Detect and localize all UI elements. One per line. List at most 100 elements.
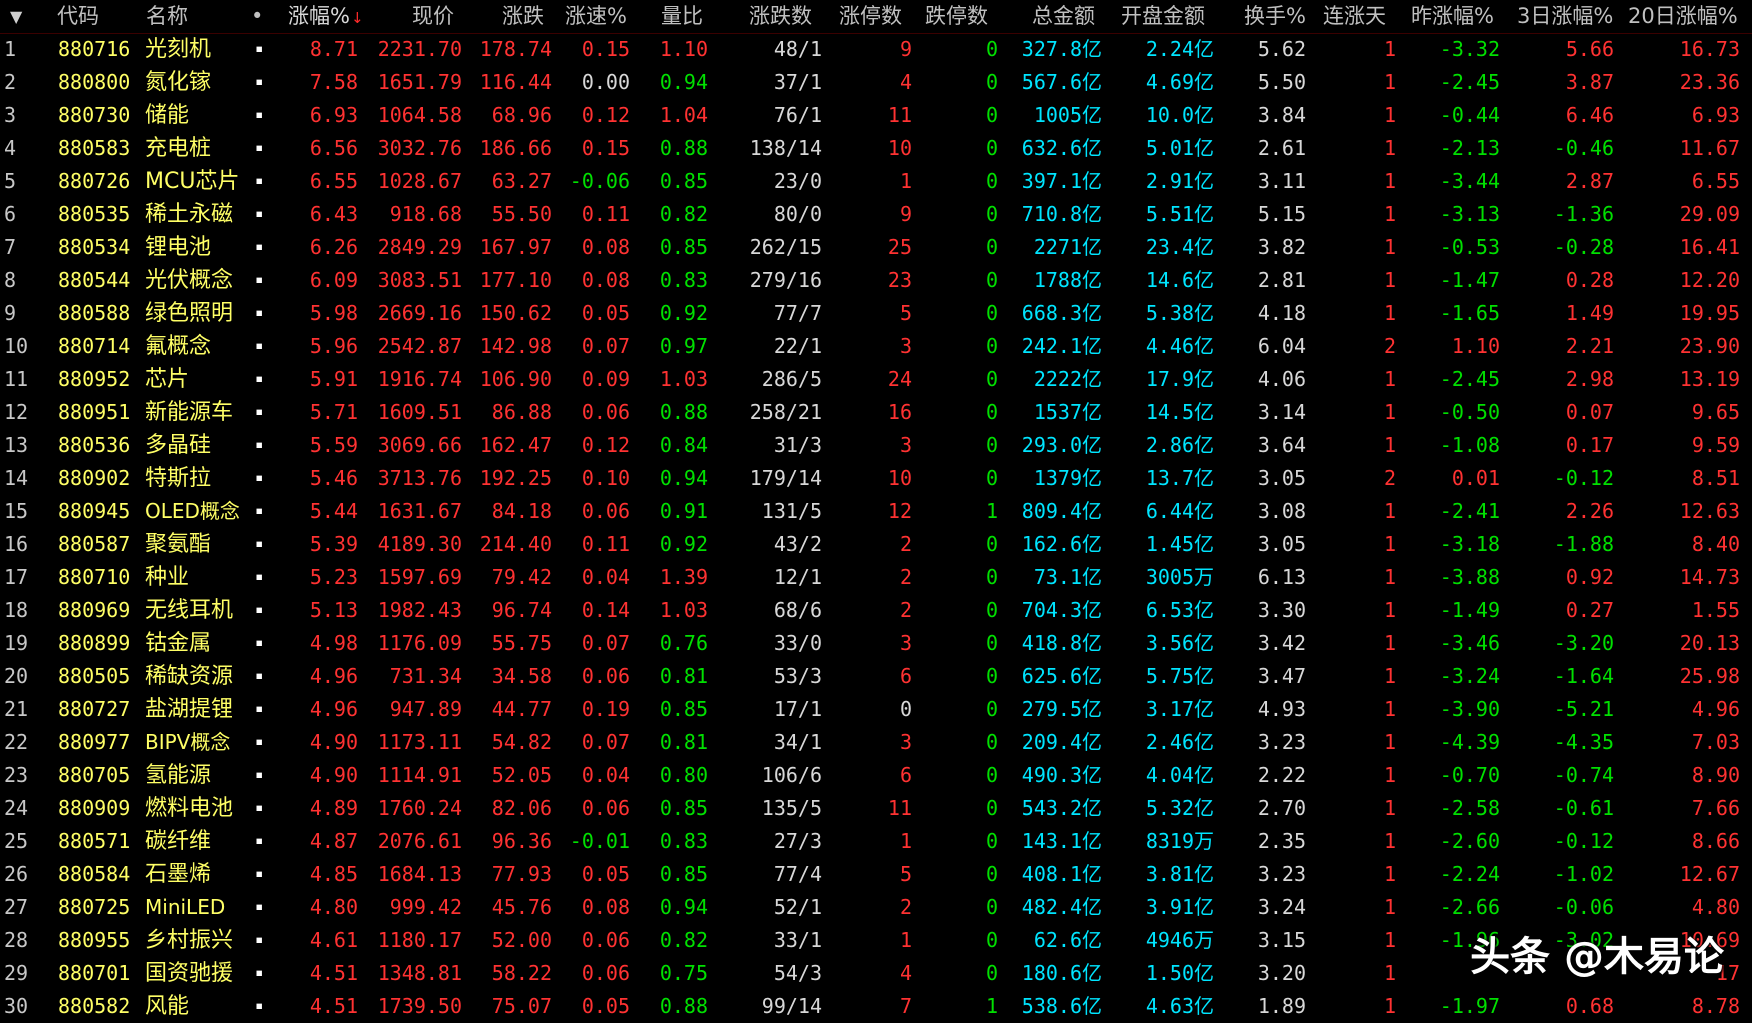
triangle-down-icon[interactable]: ▼ <box>10 0 22 33</box>
cell-adv: 23/0 <box>773 169 822 193</box>
table-row[interactable]: 5 880726 MCU芯片 ▪ 6.55 1028.67 63.27 -0.06 0.85 23… <box>0 165 1752 198</box>
cell-price: 1064.58 <box>377 103 462 127</box>
cell-d20: 23.36 <box>1679 70 1740 94</box>
cell-yday: -1.49 <box>1439 598 1500 622</box>
table-row[interactable]: 25 880571 碳纤维 ▪ 4.87 2076.61 96.36 -0.01 0.83 27/… <box>0 825 1752 858</box>
table-row[interactable]: 24 880909 燃料电池 ▪ 4.89 1760.24 82.06 0.06 0.85 135… <box>0 792 1752 825</box>
table-row[interactable]: 3 880730 储能 ▪ 6.93 1064.58 68.96 0.12 1.04 76/1 11… <box>0 99 1752 132</box>
header-speed[interactable]: 涨速% <box>565 0 627 33</box>
cell-adv: 22/1 <box>773 334 822 358</box>
cell-streak: 1 <box>1383 961 1396 985</box>
header-yesterday-change[interactable]: 昨涨幅% <box>1411 0 1494 33</box>
table-row[interactable]: 12 880951 新能源车 ▪ 5.71 1609.51 86.88 0.06 0.88 258… <box>0 396 1752 429</box>
table-row[interactable]: 26 880584 石墨烯 ▪ 4.85 1684.13 77.93 0.05 0.85 77/4… <box>0 858 1752 891</box>
table-row[interactable]: 13 880536 多晶硅 ▪ 5.59 3069.66 162.47 0.12 0.84 31/… <box>0 429 1752 462</box>
cell-dot: ▪ <box>255 635 264 651</box>
header-advance-decline[interactable]: 涨跌数 <box>749 0 812 33</box>
table-row[interactable]: 1 880716 光刻机 ▪ 8.71 2231.70 178.74 0.15 1.10 48/1… <box>0 33 1752 66</box>
table-row[interactable]: 2 880800 氮化镓 ▪ 7.58 1651.79 116.44 0.00 0.94 37/1… <box>0 66 1752 99</box>
cell-pct: 4.96 <box>309 664 358 688</box>
table-row[interactable]: 18 880969 无线耳机 ▪ 5.13 1982.43 96.74 0.14 1.03 68/… <box>0 594 1752 627</box>
cell-i: 27 <box>4 895 29 919</box>
header-code[interactable]: 代码 <box>57 0 99 33</box>
cell-streak: 1 <box>1383 367 1396 391</box>
header-streak[interactable]: 连涨天 <box>1323 0 1386 33</box>
cell-dot: ▪ <box>255 602 264 618</box>
cell-open-amt: 4.69亿 <box>1145 70 1214 94</box>
header-amount[interactable]: 总金额 <box>1032 0 1095 33</box>
cell-i: 21 <box>4 697 29 721</box>
cell-yday: -3.44 <box>1439 169 1500 193</box>
header-volume-ratio[interactable]: 量比 <box>661 0 703 33</box>
header-20day-change[interactable]: 20日涨幅% <box>1628 0 1738 33</box>
cell-i: 2 <box>4 70 17 94</box>
table-row[interactable]: 9 880588 绿色照明 ▪ 5.98 2669.16 150.62 0.05 0.92 77/… <box>0 297 1752 330</box>
cell-adv: 48/1 <box>773 37 822 61</box>
table-row[interactable]: 21 880727 盐湖提锂 ▪ 4.96 947.89 44.77 0.19 0.85 17/1… <box>0 693 1752 726</box>
cell-d3: 3.87 <box>1565 70 1614 94</box>
header-3day-change[interactable]: 3日涨幅% <box>1517 0 1613 33</box>
header-limit-down[interactable]: 跌停数 <box>925 0 988 33</box>
table-row[interactable]: 19 880899 钴金属 ▪ 4.98 1176.09 55.75 0.07 0.76 33/0… <box>0 627 1752 660</box>
cell-name: 石墨烯 <box>145 862 212 887</box>
header-price[interactable]: 现价 <box>412 0 454 33</box>
cell-chg: 214.40 <box>479 532 552 556</box>
header-turnover[interactable]: 换手% <box>1244 0 1306 33</box>
header-name[interactable]: 名称 <box>146 0 188 33</box>
cell-open-amt: 14.6亿 <box>1145 268 1214 292</box>
table-row[interactable]: 7 880534 锂电池 ▪ 6.26 2849.29 167.97 0.08 0.85 262/… <box>0 231 1752 264</box>
header-pct-change[interactable]: 涨幅%↓ <box>288 0 364 33</box>
cell-dot: ▪ <box>255 305 264 321</box>
cell-dot: ▪ <box>255 866 264 882</box>
cell-speed: 0.05 <box>581 994 630 1018</box>
table-row[interactable]: 15 880945 OLED概念 ▪ 5.44 1631.67 84.18 0.06 0.91 1… <box>0 495 1752 528</box>
cell-limup: 11 <box>887 796 912 820</box>
table-row[interactable]: 30 880582 风能 ▪ 4.51 1739.50 75.07 0.05 0.88 99/14… <box>0 990 1752 1023</box>
table-row[interactable]: 27 880725 MiniLED ▪ 4.80 999.42 45.76 0.08 0.94 5… <box>0 891 1752 924</box>
table-row[interactable]: 4 880583 充电桩 ▪ 6.56 3032.76 186.66 0.15 0.88 138/… <box>0 132 1752 165</box>
cell-dot: ▪ <box>255 404 264 420</box>
header-dot[interactable]: • <box>251 0 263 33</box>
cell-open-amt: 4.63亿 <box>1145 994 1214 1018</box>
cell-code: 880899 <box>58 631 131 655</box>
cell-code: 880909 <box>58 796 131 820</box>
table-row[interactable]: 17 880710 种业 ▪ 5.23 1597.69 79.42 0.04 1.39 12/1 2… <box>0 561 1752 594</box>
cell-open-amt: 17.9亿 <box>1145 367 1214 391</box>
table-row[interactable]: 22 880977 BIPV概念 ▪ 4.90 1173.11 54.82 0.07 0.81 3… <box>0 726 1752 759</box>
cell-limdn: 0 <box>985 169 998 193</box>
cell-limup: 3 <box>899 631 912 655</box>
table-row[interactable]: 10 880714 氟概念 ▪ 5.96 2542.87 142.98 0.07 0.97 22/… <box>0 330 1752 363</box>
cell-streak: 1 <box>1383 631 1396 655</box>
cell-d20: 20.13 <box>1679 631 1740 655</box>
table-row[interactable]: 20 880505 稀缺资源 ▪ 4.96 731.34 34.58 0.06 0.81 53/3… <box>0 660 1752 693</box>
table-row[interactable]: 11 880952 芯片 ▪ 5.91 1916.74 106.90 0.09 1.03 286/… <box>0 363 1752 396</box>
cell-adv: 279/16 <box>749 268 822 292</box>
cell-amount: 242.1亿 <box>1021 334 1102 358</box>
cell-limup: 1 <box>899 169 912 193</box>
table-row[interactable]: 23 880705 氢能源 ▪ 4.90 1114.91 52.05 0.04 0.80 106/… <box>0 759 1752 792</box>
cell-pct: 4.85 <box>309 862 358 886</box>
cell-d20: 25.98 <box>1679 664 1740 688</box>
table-row[interactable]: 6 880535 稀土永磁 ▪ 6.43 918.68 55.50 0.11 0.82 80/0 9… <box>0 198 1752 231</box>
cell-streak: 1 <box>1383 136 1396 160</box>
cell-d20: 12.67 <box>1679 862 1740 886</box>
cell-i: 13 <box>4 433 29 457</box>
cell-pct: 5.71 <box>309 400 358 424</box>
cell-d20: 16.41 <box>1679 235 1740 259</box>
header-open-amount[interactable]: 开盘金额 <box>1121 0 1205 33</box>
cell-pct: 6.09 <box>309 268 358 292</box>
cell-speed: 0.08 <box>581 235 630 259</box>
cell-turnover: 3.64 <box>1257 433 1306 457</box>
cell-adv: 52/1 <box>773 895 822 919</box>
cell-d3: -5.21 <box>1553 697 1614 721</box>
cell-name: 乡村振兴 <box>145 928 234 953</box>
header-change[interactable]: 涨跌 <box>502 0 544 33</box>
cell-open-amt: 3.56亿 <box>1145 631 1214 655</box>
cell-speed: 0.05 <box>581 301 630 325</box>
table-row[interactable]: 16 880587 聚氨酯 ▪ 5.39 4189.30 214.40 0.11 0.92 43/… <box>0 528 1752 561</box>
header-limit-up[interactable]: 涨停数 <box>839 0 902 33</box>
cell-turnover: 3.84 <box>1257 103 1306 127</box>
table-row[interactable]: 14 880902 特斯拉 ▪ 5.46 3713.76 192.25 0.10 0.94 179… <box>0 462 1752 495</box>
cell-price: 3032.76 <box>377 136 462 160</box>
table-row[interactable]: 8 880544 光伏概念 ▪ 6.09 3083.51 177.10 0.08 0.83 279… <box>0 264 1752 297</box>
